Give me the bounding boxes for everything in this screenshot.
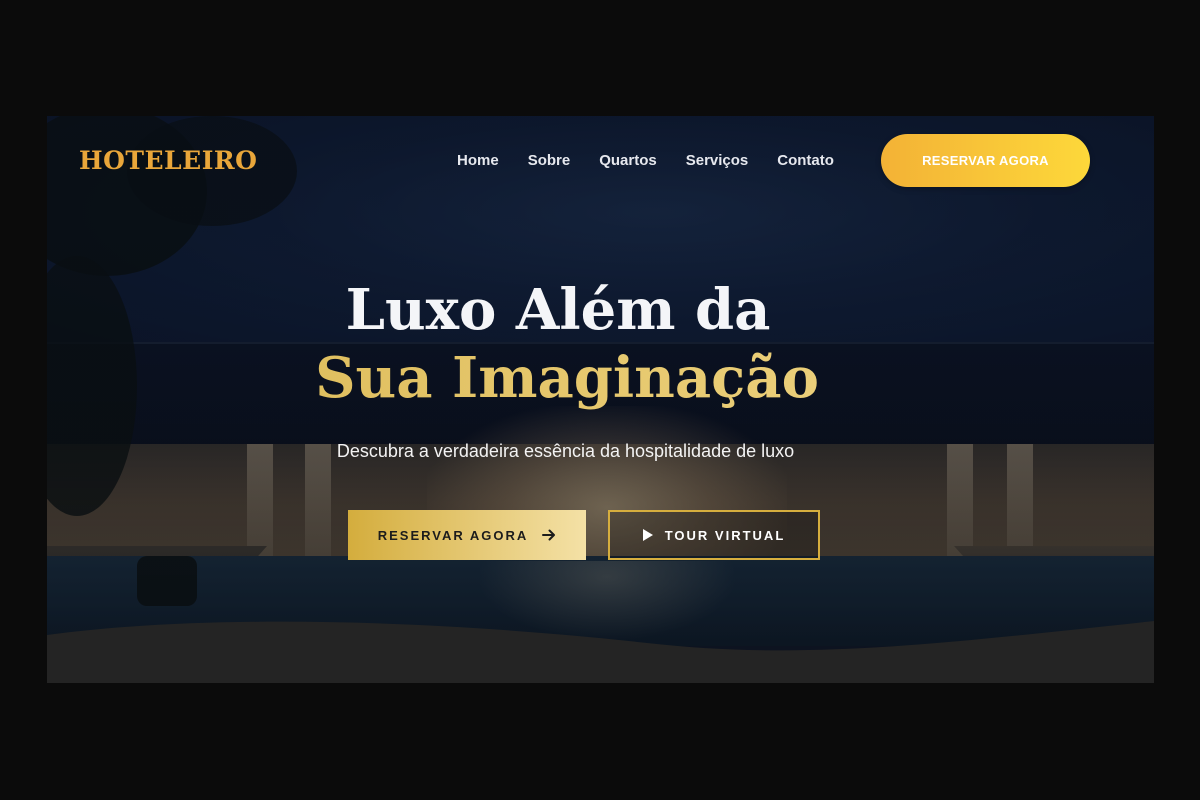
- nav-book-now-button[interactable]: RESERVAR AGORA: [881, 134, 1090, 187]
- virtual-tour-label: TOUR VIRTUAL: [664, 527, 786, 543]
- main-nav: Home Sobre Quartos Serviços Contato: [457, 152, 863, 169]
- nav-item-quartos[interactable]: Quartos: [599, 152, 657, 169]
- hero-subtitle: Descubra a verdadeira essência da hospit…: [336, 441, 795, 461]
- hero-title: Luxo Além da Sua Imaginação: [47, 276, 1154, 412]
- hero-section: HOTELEIRO Home Sobre Quartos Serviços Co…: [47, 116, 1154, 683]
- book-now-label: RESERVAR AGORA: [377, 527, 529, 543]
- hero-title-line1: Luxo Além da: [345, 277, 771, 343]
- virtual-tour-button[interactable]: TOUR VIRTUAL: [608, 510, 820, 560]
- nav-item-sobre[interactable]: Sobre: [528, 152, 571, 169]
- nav-item-contato[interactable]: Contato: [777, 152, 834, 169]
- logo[interactable]: HOTELEIRO: [79, 146, 257, 175]
- hero-title-line2: Sua Imaginação: [47, 344, 1154, 412]
- nav-item-servicos[interactable]: Serviços: [686, 152, 749, 169]
- wave-divider: [47, 621, 1154, 683]
- arrow-right-icon: [542, 529, 556, 541]
- book-now-button[interactable]: RESERVAR AGORA: [348, 510, 586, 560]
- nav-item-home[interactable]: Home: [457, 152, 499, 169]
- play-icon: [642, 529, 653, 541]
